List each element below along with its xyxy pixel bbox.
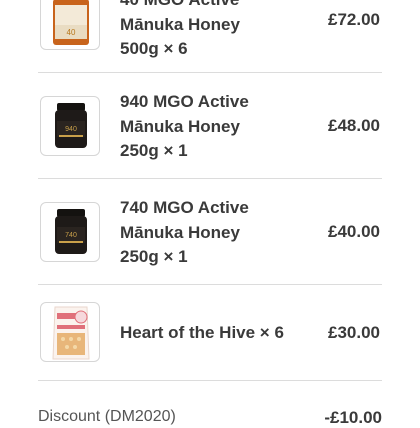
product-name: 40 MGO Active Mānuka Honey 500g × 6: [120, 0, 240, 58]
divider: [38, 178, 382, 179]
divider: [38, 72, 382, 73]
discount-value: -£10.00: [324, 408, 382, 427]
svg-text:740: 740: [65, 232, 77, 239]
product-price: £40.00: [328, 222, 380, 241]
product-price: £48.00: [328, 116, 380, 135]
divider: [38, 380, 382, 381]
product-name: 940 MGO Active Mānuka Honey 250g × 1: [120, 92, 249, 160]
honey-jar-740-icon: 740: [40, 202, 100, 262]
product-name: 740 MGO Active Mānuka Honey 250g × 1: [120, 198, 249, 266]
svg-text:40: 40: [67, 28, 76, 37]
product-name: Heart of the Hive × 6: [120, 323, 284, 342]
discount-label: Discount (DM2020): [38, 408, 176, 425]
product-price: £72.00: [328, 10, 380, 29]
honey-pouch-icon: [40, 302, 100, 362]
svg-text:940: 940: [65, 126, 77, 133]
honey-jar-940-icon: 940: [40, 96, 100, 156]
order-summary-list: 40 40 MGO Active Mānuka Honey 500g × 6 £…: [0, 0, 420, 427]
honey-jar-40-icon: 40: [40, 0, 100, 50]
divider: [38, 284, 382, 285]
product-price: £30.00: [328, 323, 380, 342]
